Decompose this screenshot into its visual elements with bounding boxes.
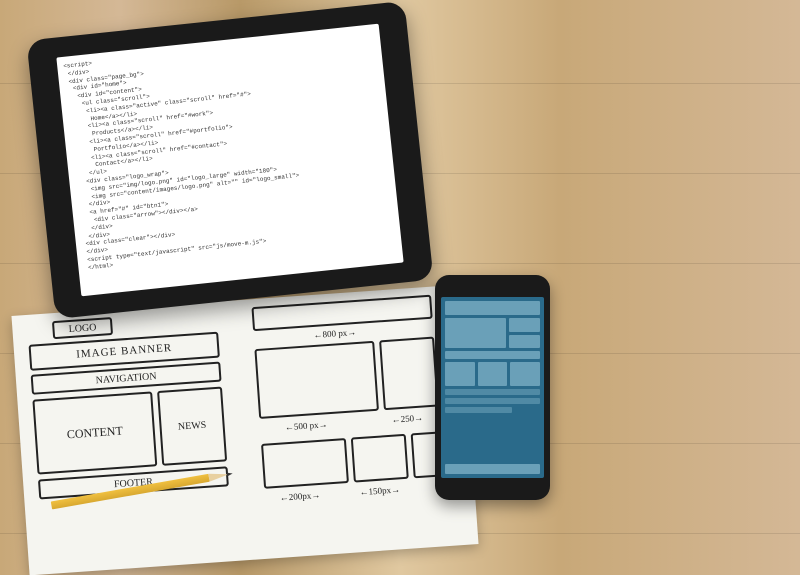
wireframe-small-1	[261, 438, 349, 489]
wireframe-nav-label: NAVIGATION	[95, 371, 157, 386]
wireframe-width-full: ←800 px→	[313, 327, 356, 340]
wireframe-width-content: ←500 px→	[285, 419, 328, 432]
wireframe-sketch-paper: LOGO IMAGE BANNER NAVIGATION CONTENT NEW…	[11, 285, 478, 575]
wireframe-logo-label: LOGO	[68, 322, 96, 335]
wireframe-content-label: CONTENT	[66, 424, 123, 443]
phone-text-line-3	[445, 407, 512, 413]
phone-nav-block	[445, 351, 540, 359]
phone-footer-block	[445, 464, 540, 474]
phone-side-block-1	[509, 318, 540, 332]
phone-side-block-2	[509, 335, 540, 349]
wireframe-right-side	[379, 337, 439, 411]
phone-grid-1	[445, 362, 475, 386]
wireframe-small-2	[351, 434, 409, 483]
wireframe-logo-box: LOGO	[52, 317, 113, 339]
phone-grid-2	[478, 362, 508, 386]
wireframe-banner-label: IMAGE BANNER	[76, 342, 173, 361]
wireframe-right-header	[251, 295, 432, 331]
code-content: <script> </div> <div class="page_bg"> <d…	[63, 60, 300, 272]
wireframe-width-small: ←200px→	[279, 490, 320, 503]
wireframe-width-side: ←250→	[391, 413, 423, 425]
phone-text-line-1	[445, 389, 540, 395]
tablet-device: <script> </div> <div class="page_bg"> <d…	[26, 1, 433, 319]
wireframe-width-smaller: ←150px→	[359, 484, 400, 497]
phone-text-line-2	[445, 398, 540, 404]
wireframe-content-box: CONTENT	[32, 391, 157, 474]
phone-screen[interactable]	[441, 297, 544, 478]
wireframe-right-content	[254, 341, 379, 419]
wireframe-news-label: NEWS	[178, 420, 207, 433]
phone-grid-3	[510, 362, 540, 386]
wireframe-news-box: NEWS	[157, 387, 227, 466]
tablet-screen[interactable]: <script> </div> <div class="page_bg"> <d…	[56, 24, 403, 297]
phone-header-block	[445, 301, 540, 315]
phone-device	[435, 275, 550, 500]
phone-hero-block	[445, 318, 506, 348]
pencil-lead	[226, 472, 233, 477]
